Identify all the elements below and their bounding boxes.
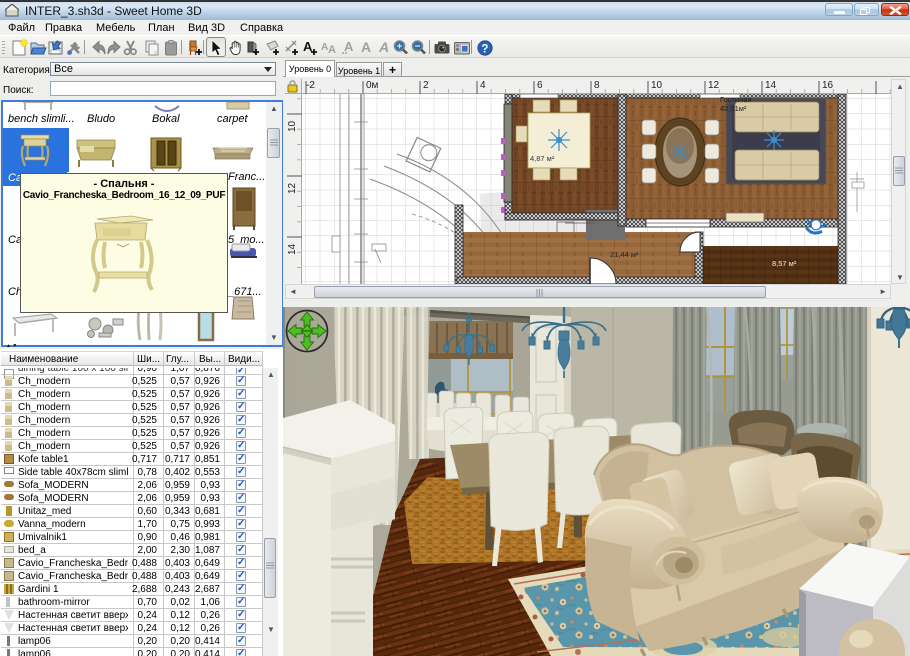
svg-text:10: 10 bbox=[287, 120, 298, 132]
svg-text:A: A bbox=[378, 39, 389, 55]
svg-text:A: A bbox=[344, 39, 354, 54]
svg-text:21,44 м²: 21,44 м² bbox=[610, 250, 639, 259]
svg-text:42,01м²: 42,01м² bbox=[720, 104, 747, 113]
svg-text:?: ? bbox=[481, 43, 488, 55]
svg-text:14: 14 bbox=[287, 243, 298, 255]
svg-text:12: 12 bbox=[287, 182, 298, 194]
svg-text:8,57 м²: 8,57 м² bbox=[772, 259, 797, 268]
svg-text:A: A bbox=[361, 39, 371, 55]
svg-text:4,87 м²: 4,87 м² bbox=[530, 154, 555, 163]
svg-text:A: A bbox=[328, 44, 336, 56]
svg-text:Гостиная: Гостиная bbox=[720, 95, 751, 104]
